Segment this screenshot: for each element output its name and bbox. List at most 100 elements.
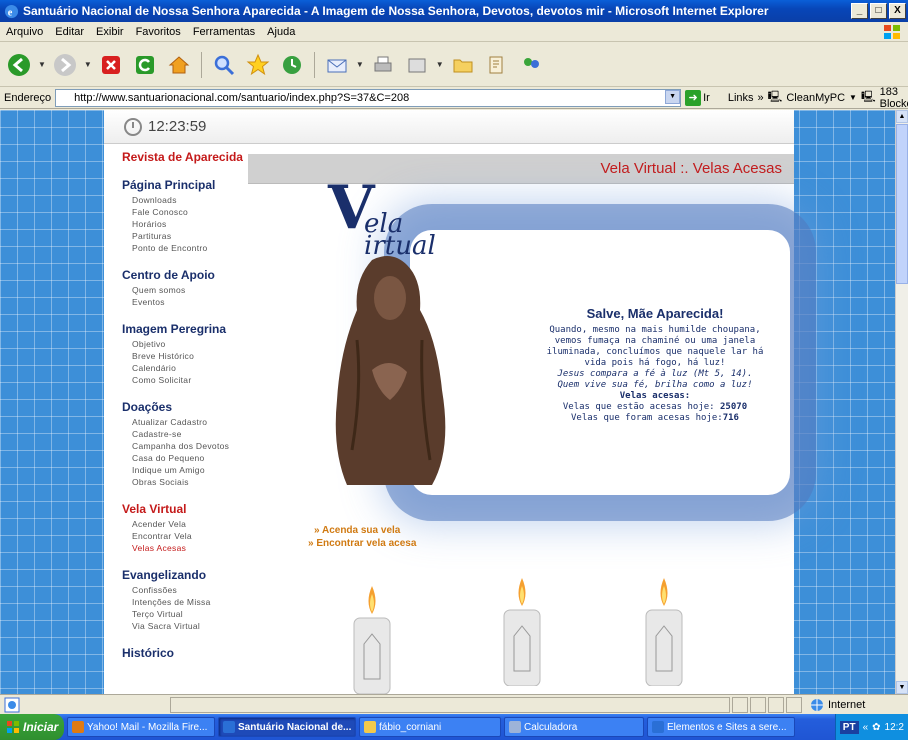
taskbar-item[interactable]: Elementos e Sites a sere...	[647, 717, 795, 737]
menu-ferramentas[interactable]: Ferramentas	[187, 26, 261, 38]
sidebar-item[interactable]: Indique um Amigo	[132, 464, 244, 476]
sidebar-item[interactable]: Velas Acesas	[132, 542, 244, 554]
sidebar-item[interactable]: Encontrar Vela	[132, 530, 244, 542]
menu-editar[interactable]: Editar	[49, 26, 90, 38]
sidebar-item[interactable]: Eventos	[132, 296, 244, 308]
sidebar-section-title[interactable]: Doações	[122, 400, 244, 414]
message-body: Quando, mesmo na mais humilde choupana, …	[546, 325, 764, 368]
star-icon	[246, 53, 270, 75]
sidebar-item[interactable]: Intenções de Missa	[132, 596, 244, 608]
sidebar-item[interactable]: Ponto de Encontro	[132, 242, 244, 254]
sidebar-item[interactable]: Downloads	[132, 194, 244, 206]
ie-logo-icon: e	[4, 4, 19, 18]
sidebar-item[interactable]: Cadastre-se	[132, 428, 244, 440]
sidebar-item[interactable]: Breve Histórico	[132, 350, 244, 362]
forward-button[interactable]	[50, 50, 80, 80]
language-indicator[interactable]: PT	[839, 720, 859, 734]
lit-now-value: 25070	[720, 402, 748, 412]
address-dropdown-icon[interactable]: ▼	[665, 89, 681, 104]
mail-icon	[327, 59, 347, 72]
sidebar-item[interactable]: Casa do Pequeno	[132, 452, 244, 464]
sidebar-item[interactable]: Quem somos	[132, 284, 244, 296]
taskbar-item[interactable]: fábio_corniani	[359, 717, 501, 737]
menu-ajuda[interactable]: Ajuda	[261, 26, 301, 38]
tray-chevron-icon[interactable]: «	[863, 722, 869, 733]
menu-favoritos[interactable]: Favoritos	[130, 26, 187, 38]
links-label[interactable]: Links	[728, 92, 754, 104]
forward-arrow-icon	[53, 53, 76, 76]
print-button[interactable]	[368, 50, 398, 80]
sidebar-item[interactable]: Horários	[132, 218, 244, 230]
scroll-up-icon[interactable]: ▲	[896, 110, 908, 123]
taskbar-item[interactable]: Santuário Nacional de...	[218, 717, 356, 737]
sidebar-item[interactable]: Fale Conosco	[132, 206, 244, 218]
search-button[interactable]	[209, 50, 239, 80]
scroll-down-icon[interactable]: ▼	[896, 681, 908, 694]
dropdown-icon[interactable]: ▼	[849, 93, 857, 102]
history-button[interactable]	[277, 50, 307, 80]
clock-time: 12:23:59	[148, 118, 207, 135]
tray-app-icon[interactable]: ✿	[872, 722, 880, 733]
home-icon	[168, 55, 190, 73]
sidebar-item[interactable]: Campanha dos Devotos	[132, 440, 244, 452]
maximize-button[interactable]: □	[870, 3, 887, 19]
sidebar-section-title[interactable]: Revista de Aparecida	[122, 150, 244, 164]
sidebar-item[interactable]: Calendário	[132, 362, 244, 374]
find-candle-link[interactable]: » Encontrar vela acesa	[308, 537, 416, 550]
sidebar-section: Imagem Peregrina Objetivo Breve Histórico C…	[122, 322, 244, 386]
menu-exibir[interactable]: Exibir	[90, 26, 130, 38]
folder-button[interactable]	[448, 50, 478, 80]
sidebar-item[interactable]: Confissões	[132, 584, 244, 596]
refresh-button[interactable]	[130, 50, 160, 80]
stop-button[interactable]	[96, 50, 126, 80]
light-candle-link[interactable]: » Acenda sua vela	[314, 524, 416, 537]
sidebar-item[interactable]: Acender Vela	[132, 518, 244, 530]
app-icon	[364, 721, 376, 733]
messenger-button[interactable]	[516, 50, 546, 80]
forward-dropdown-icon[interactable]: ▼	[84, 60, 92, 69]
sidebar-section-title[interactable]: Histórico	[122, 646, 244, 660]
scroll-thumb[interactable]	[896, 124, 908, 284]
vertical-scrollbar[interactable]: ▲ ▼	[895, 110, 908, 694]
sidebar-item[interactable]: Partituras	[132, 230, 244, 242]
links-chevron-icon[interactable]: »	[758, 92, 764, 104]
go-button[interactable]: ➜ Ir	[685, 89, 710, 106]
sidebar-item[interactable]: Terço Virtual	[132, 608, 244, 620]
mail-button[interactable]	[322, 50, 352, 80]
sidebar-item[interactable]: Obras Sociais	[132, 476, 244, 488]
clock-icon	[124, 117, 142, 136]
start-button[interactable]: Iniciar	[0, 714, 64, 740]
sidebar-item[interactable]: Atualizar Cadastro	[132, 416, 244, 428]
sidebar-section-title[interactable]: Vela Virtual	[122, 502, 244, 516]
address-input[interactable]	[55, 88, 682, 107]
back-dropdown-icon[interactable]: ▼	[38, 60, 46, 69]
cleanmypc-link[interactable]: CleanMyPC	[786, 92, 845, 104]
blocked-count[interactable]: 183 Blocked	[880, 86, 908, 110]
mail-dropdown-icon[interactable]: ▼	[356, 60, 364, 69]
taskbar-item[interactable]: Calculadora	[504, 717, 644, 737]
sidebar-section-title[interactable]: Imagem Peregrina	[122, 322, 244, 336]
taskbar-item[interactable]: Yahoo! Mail - Mozilla Fire...	[67, 717, 215, 737]
home-button[interactable]	[164, 50, 194, 80]
sidebar-section-title[interactable]: Página Principal	[122, 178, 244, 192]
back-button[interactable]	[4, 50, 34, 80]
edit-button[interactable]	[402, 50, 432, 80]
sidebar-section: Doações Atualizar Cadastro Cadastre-se Camp…	[122, 400, 244, 488]
lit-today-value: 716	[722, 413, 739, 423]
research-button[interactable]	[482, 50, 512, 80]
back-arrow-icon	[8, 53, 30, 76]
candle-image	[503, 578, 541, 686]
menu-arquivo[interactable]: Arquivo	[0, 26, 49, 38]
edit-dropdown-icon[interactable]: ▼	[436, 60, 444, 69]
toolbar: ▼ ▼ ▼ ▼	[0, 43, 908, 87]
sidebar-item[interactable]: Objetivo	[132, 338, 244, 350]
close-button[interactable]: X	[889, 3, 906, 19]
sidebar-item[interactable]: Via Sacra Virtual	[132, 620, 244, 632]
sidebar-section: Histórico	[122, 646, 244, 660]
favorites-button[interactable]	[243, 50, 273, 80]
sidebar-item[interactable]: Como Solicitar	[132, 374, 244, 386]
sidebar-section-title[interactable]: Evangelizando	[122, 568, 244, 582]
minimize-button[interactable]: _	[851, 3, 868, 19]
taskbar-item-label: Elementos e Sites a sere...	[667, 721, 787, 733]
sidebar-section-title[interactable]: Centro de Apoio	[122, 268, 244, 282]
